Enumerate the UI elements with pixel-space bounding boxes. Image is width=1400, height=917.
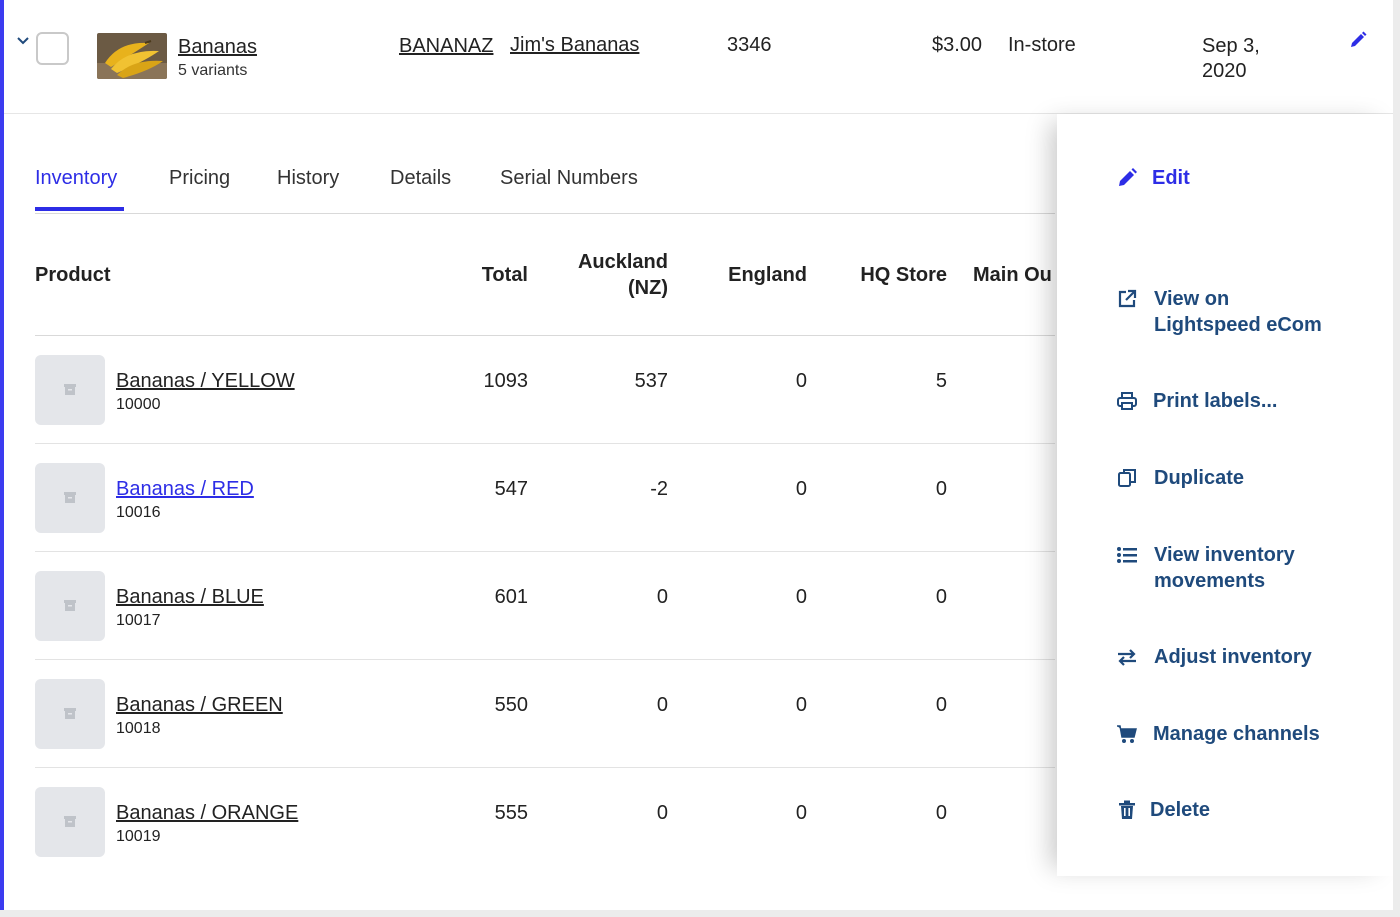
tab-details[interactable]: Details <box>390 167 451 190</box>
cell-auckland: -2 <box>650 478 668 500</box>
cell-hq-store: 0 <box>935 478 947 500</box>
col-header-product: Product <box>35 264 111 286</box>
active-tab-indicator <box>35 207 124 211</box>
cell-england: 0 <box>795 694 807 716</box>
cell-hq-store: 0 <box>935 694 947 716</box>
product-channel: In-store <box>1008 34 1076 56</box>
view-on-label: View on <box>1154 288 1230 310</box>
cart-icon <box>1117 725 1137 743</box>
print-labels-label: Print labels... <box>1153 390 1278 412</box>
cell-total: 547 <box>494 478 528 500</box>
brand-link[interactable]: Jim's Bananas <box>510 34 639 57</box>
table-row: Bananas / ORANGE 10019 555 0 0 0 <box>35 768 1055 876</box>
cell-england: 0 <box>795 370 807 392</box>
table-row: Bananas / BLUE 10017 601 0 0 0 <box>35 552 1055 660</box>
product-sku-link[interactable]: BANANAZ <box>399 34 495 59</box>
row-checkbox[interactable] <box>36 32 69 65</box>
cell-auckland: 0 <box>656 802 668 824</box>
view-inventory-label-2: movements <box>1154 570 1266 592</box>
cell-auckland: 537 <box>634 370 668 392</box>
variant-sku: 10019 <box>116 828 161 845</box>
edit-label: Edit <box>1152 167 1190 189</box>
variant-sku: 10016 <box>116 504 161 521</box>
cell-auckland: 0 <box>656 694 668 716</box>
variant-thumbnail <box>35 787 105 857</box>
tab-history[interactable]: History <box>277 167 339 190</box>
swap-arrows-icon <box>1118 649 1136 666</box>
variant-name-link[interactable]: Bananas / BLUE <box>116 586 264 609</box>
tab-serial-numbers[interactable]: Serial Numbers <box>500 167 638 190</box>
variant-thumbnail <box>35 679 105 749</box>
cell-england: 0 <box>795 478 807 500</box>
table-row: Bananas / RED 10016 547 -2 0 0 <box>35 444 1055 552</box>
product-name-link[interactable]: Bananas <box>178 36 257 59</box>
tab-pricing[interactable]: Pricing <box>169 167 230 190</box>
manage-channels-label: Manage channels <box>1153 723 1320 745</box>
col-header-auckland-sub: (NZ) <box>628 277 668 299</box>
duplicate-label: Duplicate <box>1154 467 1245 489</box>
product-thumbnail <box>97 33 167 79</box>
col-header-main-outlet: Main Ou <box>973 264 1052 286</box>
cell-total: 555 <box>494 802 528 824</box>
variant-name-link[interactable]: Bananas / RED <box>116 478 254 501</box>
variant-sku: 10000 <box>116 396 161 413</box>
cell-auckland: 0 <box>656 586 668 608</box>
cell-total: 601 <box>494 586 528 608</box>
variant-name-link[interactable]: Bananas / YELLOW <box>116 370 295 393</box>
trash-icon <box>1119 800 1135 819</box>
box-icon <box>64 708 76 719</box>
delete-label: Delete <box>1150 799 1211 821</box>
view-on-label-2: Lightspeed eCom <box>1154 314 1322 336</box>
variants-count: 5 variants <box>178 62 248 79</box>
variant-name-link[interactable]: Bananas / GREEN <box>116 694 283 717</box>
table-row: Bananas / YELLOW 10000 1093 537 0 5 <box>35 336 1055 444</box>
box-icon <box>64 492 76 503</box>
variant-sku: 10018 <box>116 720 161 737</box>
table-row: Bananas / GREEN 10018 550 0 0 0 <box>35 660 1055 768</box>
printer-icon <box>1117 392 1137 410</box>
pencil-icon[interactable] <box>1348 30 1368 50</box>
adjust-inventory-label: Adjust inventory <box>1154 646 1312 668</box>
variant-thumbnail <box>35 571 105 641</box>
actions-menu <box>1057 114 1393 876</box>
product-price: $3.00 <box>932 34 983 56</box>
box-icon <box>64 816 76 827</box>
variant-thumbnail <box>35 355 105 425</box>
variant-thumbnail <box>35 463 105 533</box>
variant-name-link[interactable]: Bananas / ORANGE <box>116 802 298 825</box>
product-date: Sep 3, 2020 <box>1202 35 1260 82</box>
cell-hq-store: 0 <box>935 802 947 824</box>
product-row[interactable]: Bananas 5 variants BANANAZ Jim's Bananas… <box>4 0 1393 114</box>
cell-england: 0 <box>795 802 807 824</box>
cell-total: 1093 <box>483 370 529 392</box>
box-icon <box>64 600 76 611</box>
chevron-down-icon[interactable] <box>16 34 30 48</box>
product-card: Bananas 5 variants BANANAZ Jim's Bananas… <box>0 0 1393 910</box>
cell-total: 550 <box>494 694 528 716</box>
variant-sku: 10017 <box>116 612 161 629</box>
tab-inventory[interactable]: Inventory <box>35 167 117 190</box>
external-link-icon <box>1118 289 1137 308</box>
col-header-england: England <box>728 264 807 286</box>
product-code: 3346 <box>727 34 772 56</box>
col-header-total: Total <box>481 264 528 286</box>
pencil-icon <box>1119 168 1137 186</box>
cell-hq-store: 0 <box>935 586 947 608</box>
col-header-hq-store: HQ Store <box>860 264 947 286</box>
view-inventory-label: View inventory <box>1154 544 1295 566</box>
list-icon <box>1117 547 1137 563</box>
detail-tabs: Inventory Pricing History Details Serial… <box>35 160 1055 214</box>
box-icon <box>64 384 76 395</box>
copy-icon <box>1118 469 1136 487</box>
cell-england: 0 <box>795 586 807 608</box>
col-header-auckland: Auckland <box>577 251 668 273</box>
cell-hq-store: 5 <box>935 370 947 392</box>
